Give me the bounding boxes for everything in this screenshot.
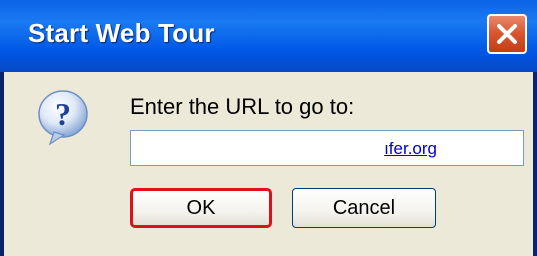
dialog-body: ? Enter the URL to go to: ıfer.org OK Ca… — [4, 72, 533, 256]
title-bar[interactable]: Start Web Tour — [0, 0, 537, 72]
ok-button[interactable]: OK — [130, 188, 272, 228]
svg-text:?: ? — [55, 96, 71, 132]
dialog-title: Start Web Tour — [28, 18, 215, 48]
url-input-value: ıfer.org — [384, 139, 437, 158]
prompt-label: Enter the URL to go to: — [130, 94, 355, 119]
url-input[interactable]: ıfer.org — [130, 130, 524, 166]
question-icon: ? — [36, 88, 90, 148]
close-icon — [497, 24, 517, 44]
close-button[interactable] — [487, 14, 527, 54]
cancel-button[interactable]: Cancel — [292, 188, 436, 228]
start-web-tour-dialog: Start Web Tour ? Enter the URL to go to:… — [0, 0, 537, 256]
